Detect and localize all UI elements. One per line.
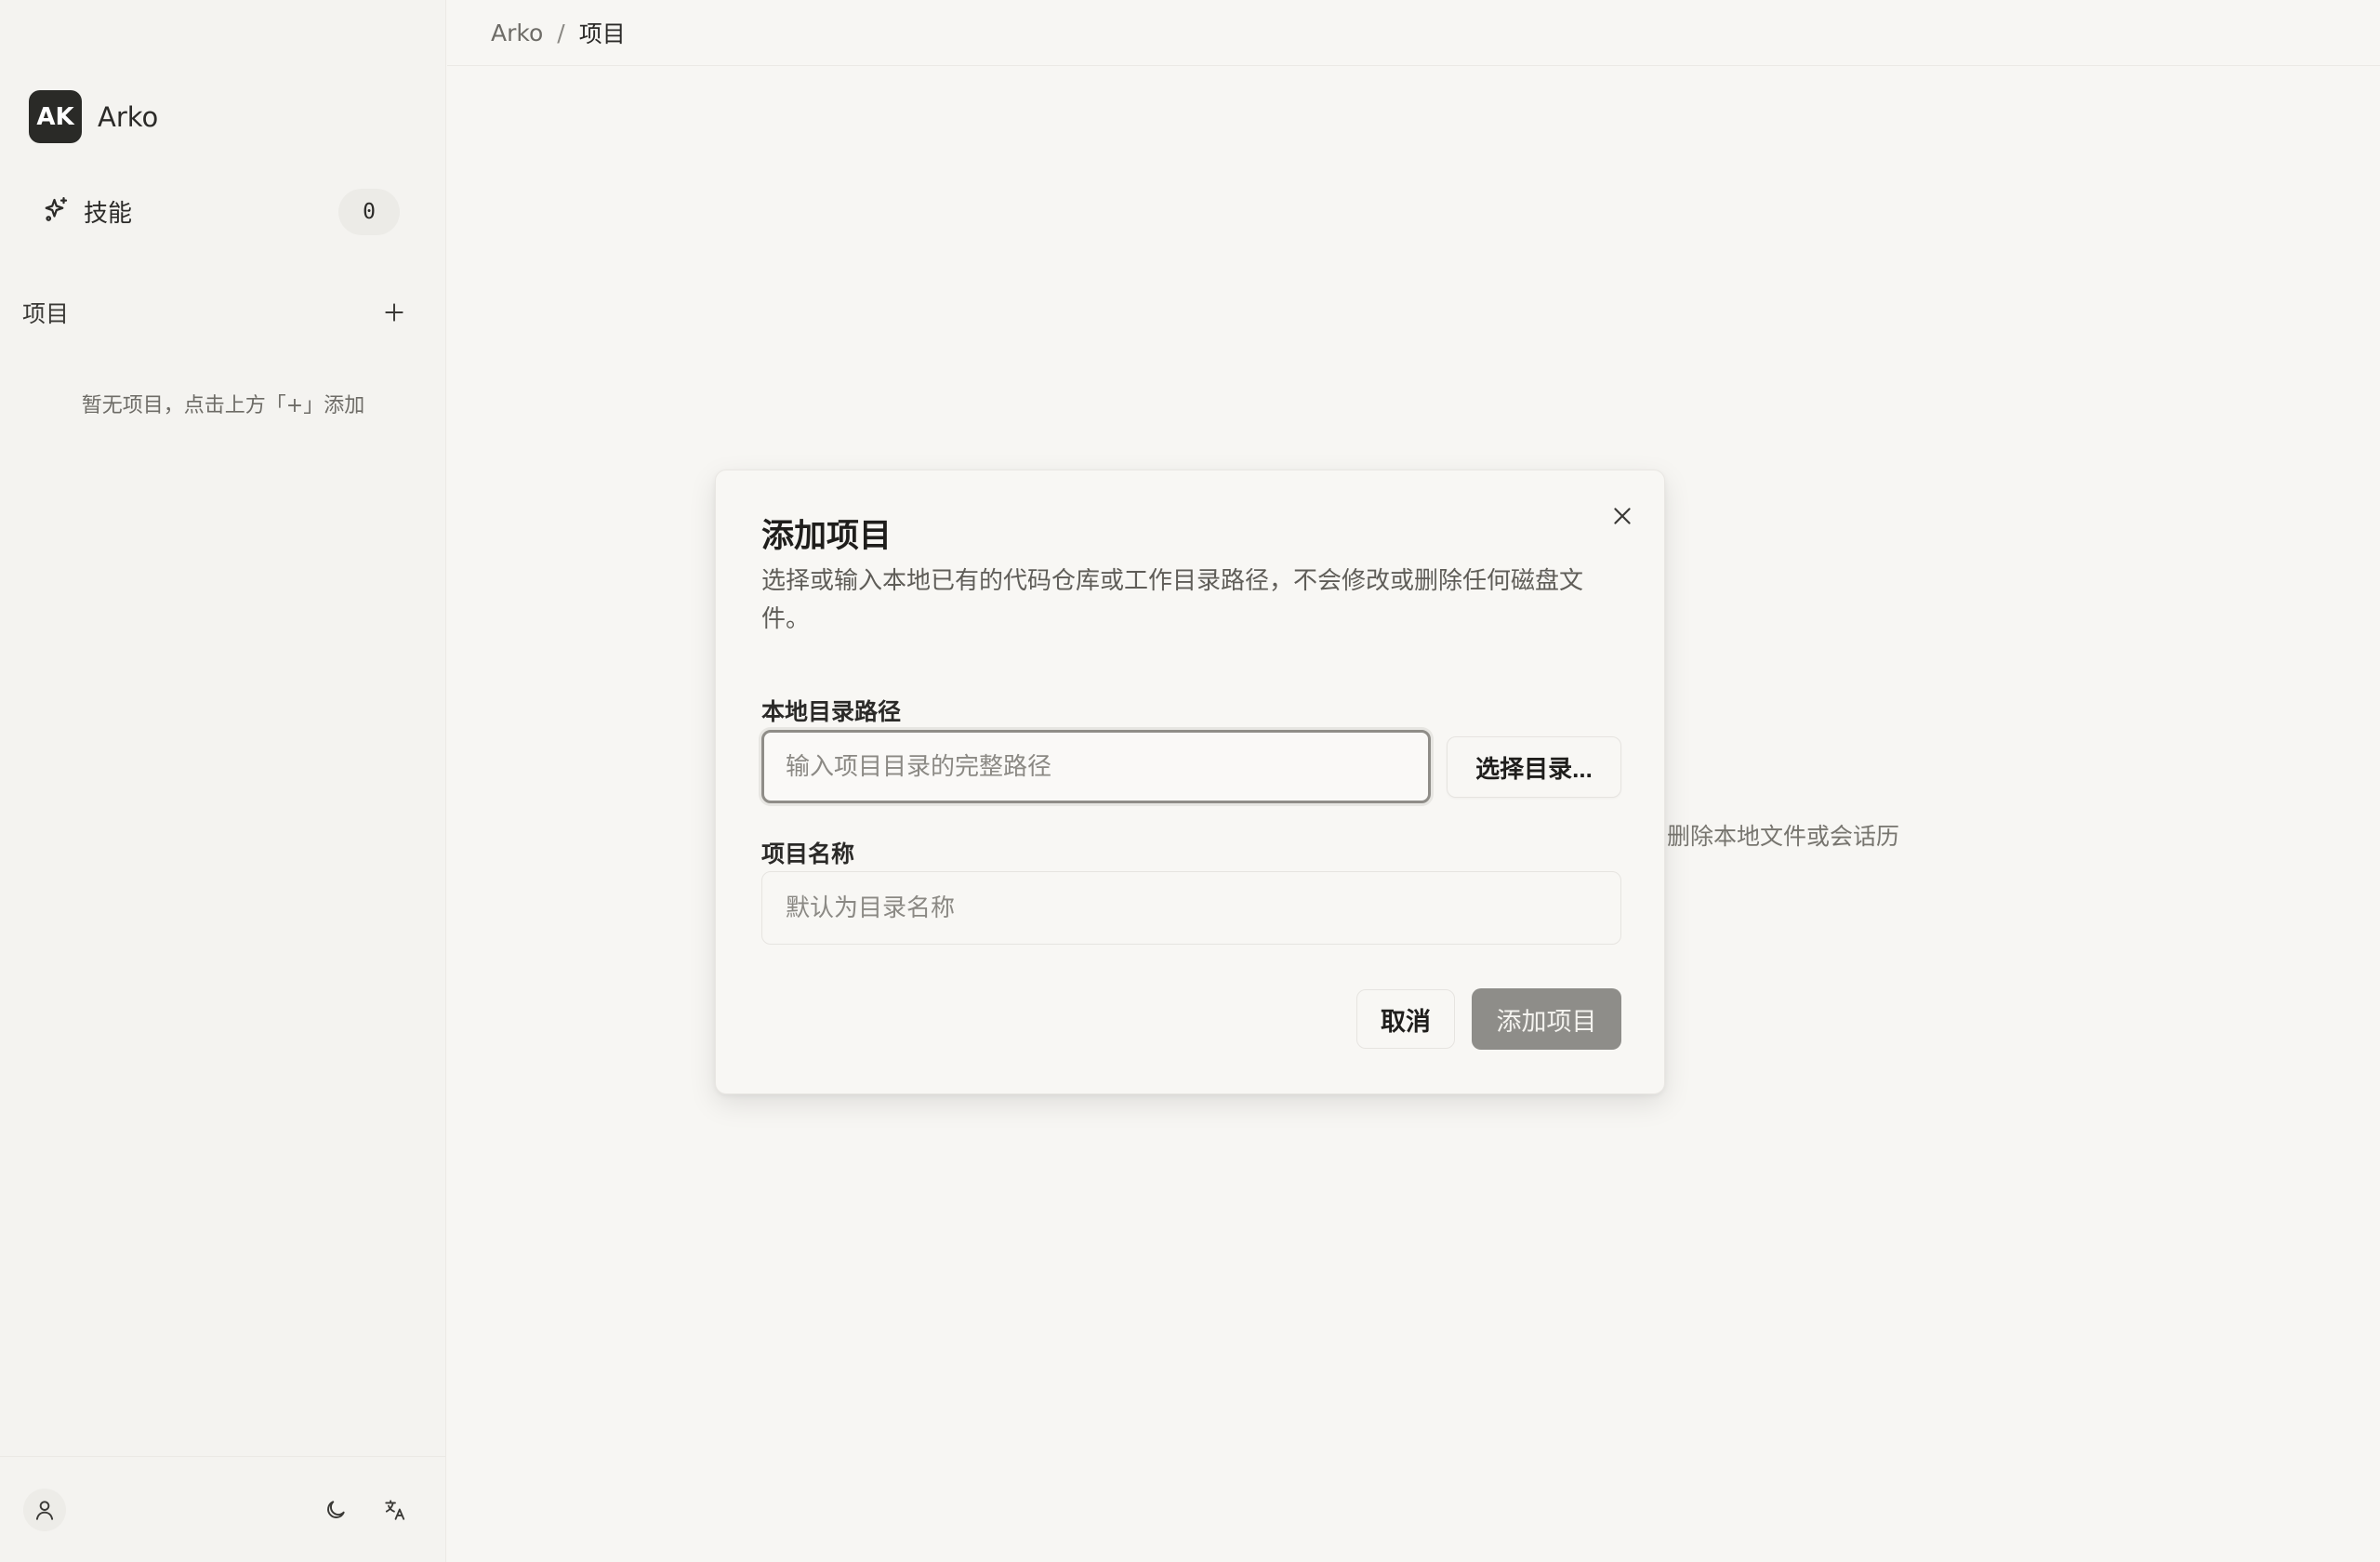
app-window: AK Arko 技能 0 项目 暂无项目，点击上方「+」添加 Arko / 项目… — [0, 0, 2380, 1562]
dialog-description: 选择或输入本地已有的代码仓库或工作目录路径，不会修改或删除任何磁盘文件。 — [761, 567, 1584, 633]
close-icon — [1614, 508, 1631, 524]
path-field-label: 本地目录路径 — [761, 698, 902, 725]
path-input[interactable] — [761, 730, 1431, 803]
modal-overlay: 添加项目 选择或输入本地已有的代码仓库或工作目录路径，不会修改或删除任何磁盘文件… — [0, 0, 2380, 1562]
add-project-dialog: 添加项目 选择或输入本地已有的代码仓库或工作目录路径，不会修改或删除任何磁盘文件… — [715, 470, 1665, 1094]
close-button[interactable] — [1602, 496, 1643, 536]
name-field-label: 项目名称 — [761, 841, 855, 867]
dialog-title: 添加项目 — [761, 518, 892, 555]
cancel-button[interactable]: 取消 — [1356, 989, 1455, 1049]
project-name-input[interactable] — [761, 871, 1621, 945]
add-project-submit-button[interactable]: 添加项目 — [1472, 988, 1621, 1050]
choose-directory-button[interactable]: 选择目录... — [1447, 736, 1621, 798]
